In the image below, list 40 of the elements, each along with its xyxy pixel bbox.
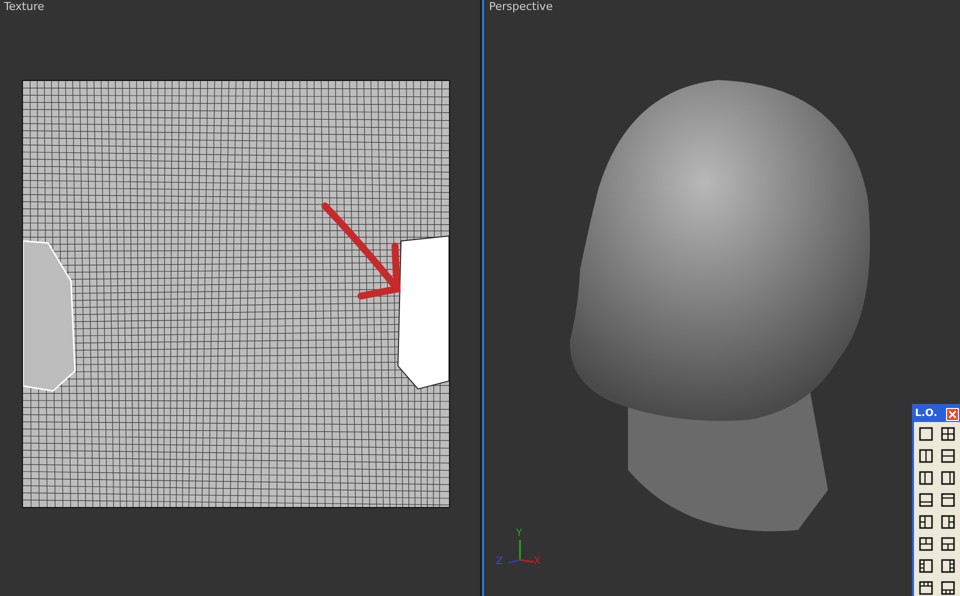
layout-grid-icon xyxy=(941,581,955,595)
layout-button[interactable] xyxy=(918,448,934,464)
layout-grid-icon xyxy=(919,559,933,573)
viewport-label: Texture xyxy=(4,1,44,13)
axis-x-label: X xyxy=(534,555,541,569)
layout-grid-icon xyxy=(919,581,933,595)
layout-grid-icon xyxy=(941,559,955,573)
layout-button[interactable] xyxy=(918,426,934,442)
layout-grid-icon xyxy=(941,427,955,441)
layout-grid-icon xyxy=(919,471,933,485)
layout-button[interactable] xyxy=(918,558,934,574)
layout-button[interactable] xyxy=(940,514,956,530)
layout-grid-icon xyxy=(941,471,955,485)
axis-z-label: Z xyxy=(496,555,503,569)
layout-button[interactable] xyxy=(940,448,956,464)
viewport-label: Perspective xyxy=(489,1,553,13)
layout-grid-icon xyxy=(919,537,933,551)
layout-button[interactable] xyxy=(940,426,956,442)
layout-grid-icon xyxy=(919,493,933,507)
layout-button[interactable] xyxy=(918,470,934,486)
axis-y-label: Y xyxy=(516,527,522,541)
layout-grid-icon xyxy=(941,537,955,551)
close-icon xyxy=(949,410,956,418)
layout-grid-icon xyxy=(919,449,933,463)
layout-button[interactable] xyxy=(918,492,934,508)
layout-button[interactable] xyxy=(940,492,956,508)
layout-button[interactable] xyxy=(940,580,956,596)
layout-button[interactable] xyxy=(918,580,934,596)
close-button[interactable] xyxy=(946,408,959,420)
layout-button[interactable] xyxy=(940,536,956,552)
layout-button[interactable] xyxy=(940,470,956,486)
layout-grid-icon xyxy=(919,427,933,441)
layout-grid-icon xyxy=(941,515,955,529)
panel-title: L.O. xyxy=(915,409,938,419)
layout-grid-icon xyxy=(941,493,955,507)
layout-button[interactable] xyxy=(940,558,956,574)
layout-button[interactable] xyxy=(918,514,934,530)
layout-button[interactable] xyxy=(918,536,934,552)
layout-grid-icon xyxy=(941,449,955,463)
layout-grid-icon xyxy=(919,515,933,529)
